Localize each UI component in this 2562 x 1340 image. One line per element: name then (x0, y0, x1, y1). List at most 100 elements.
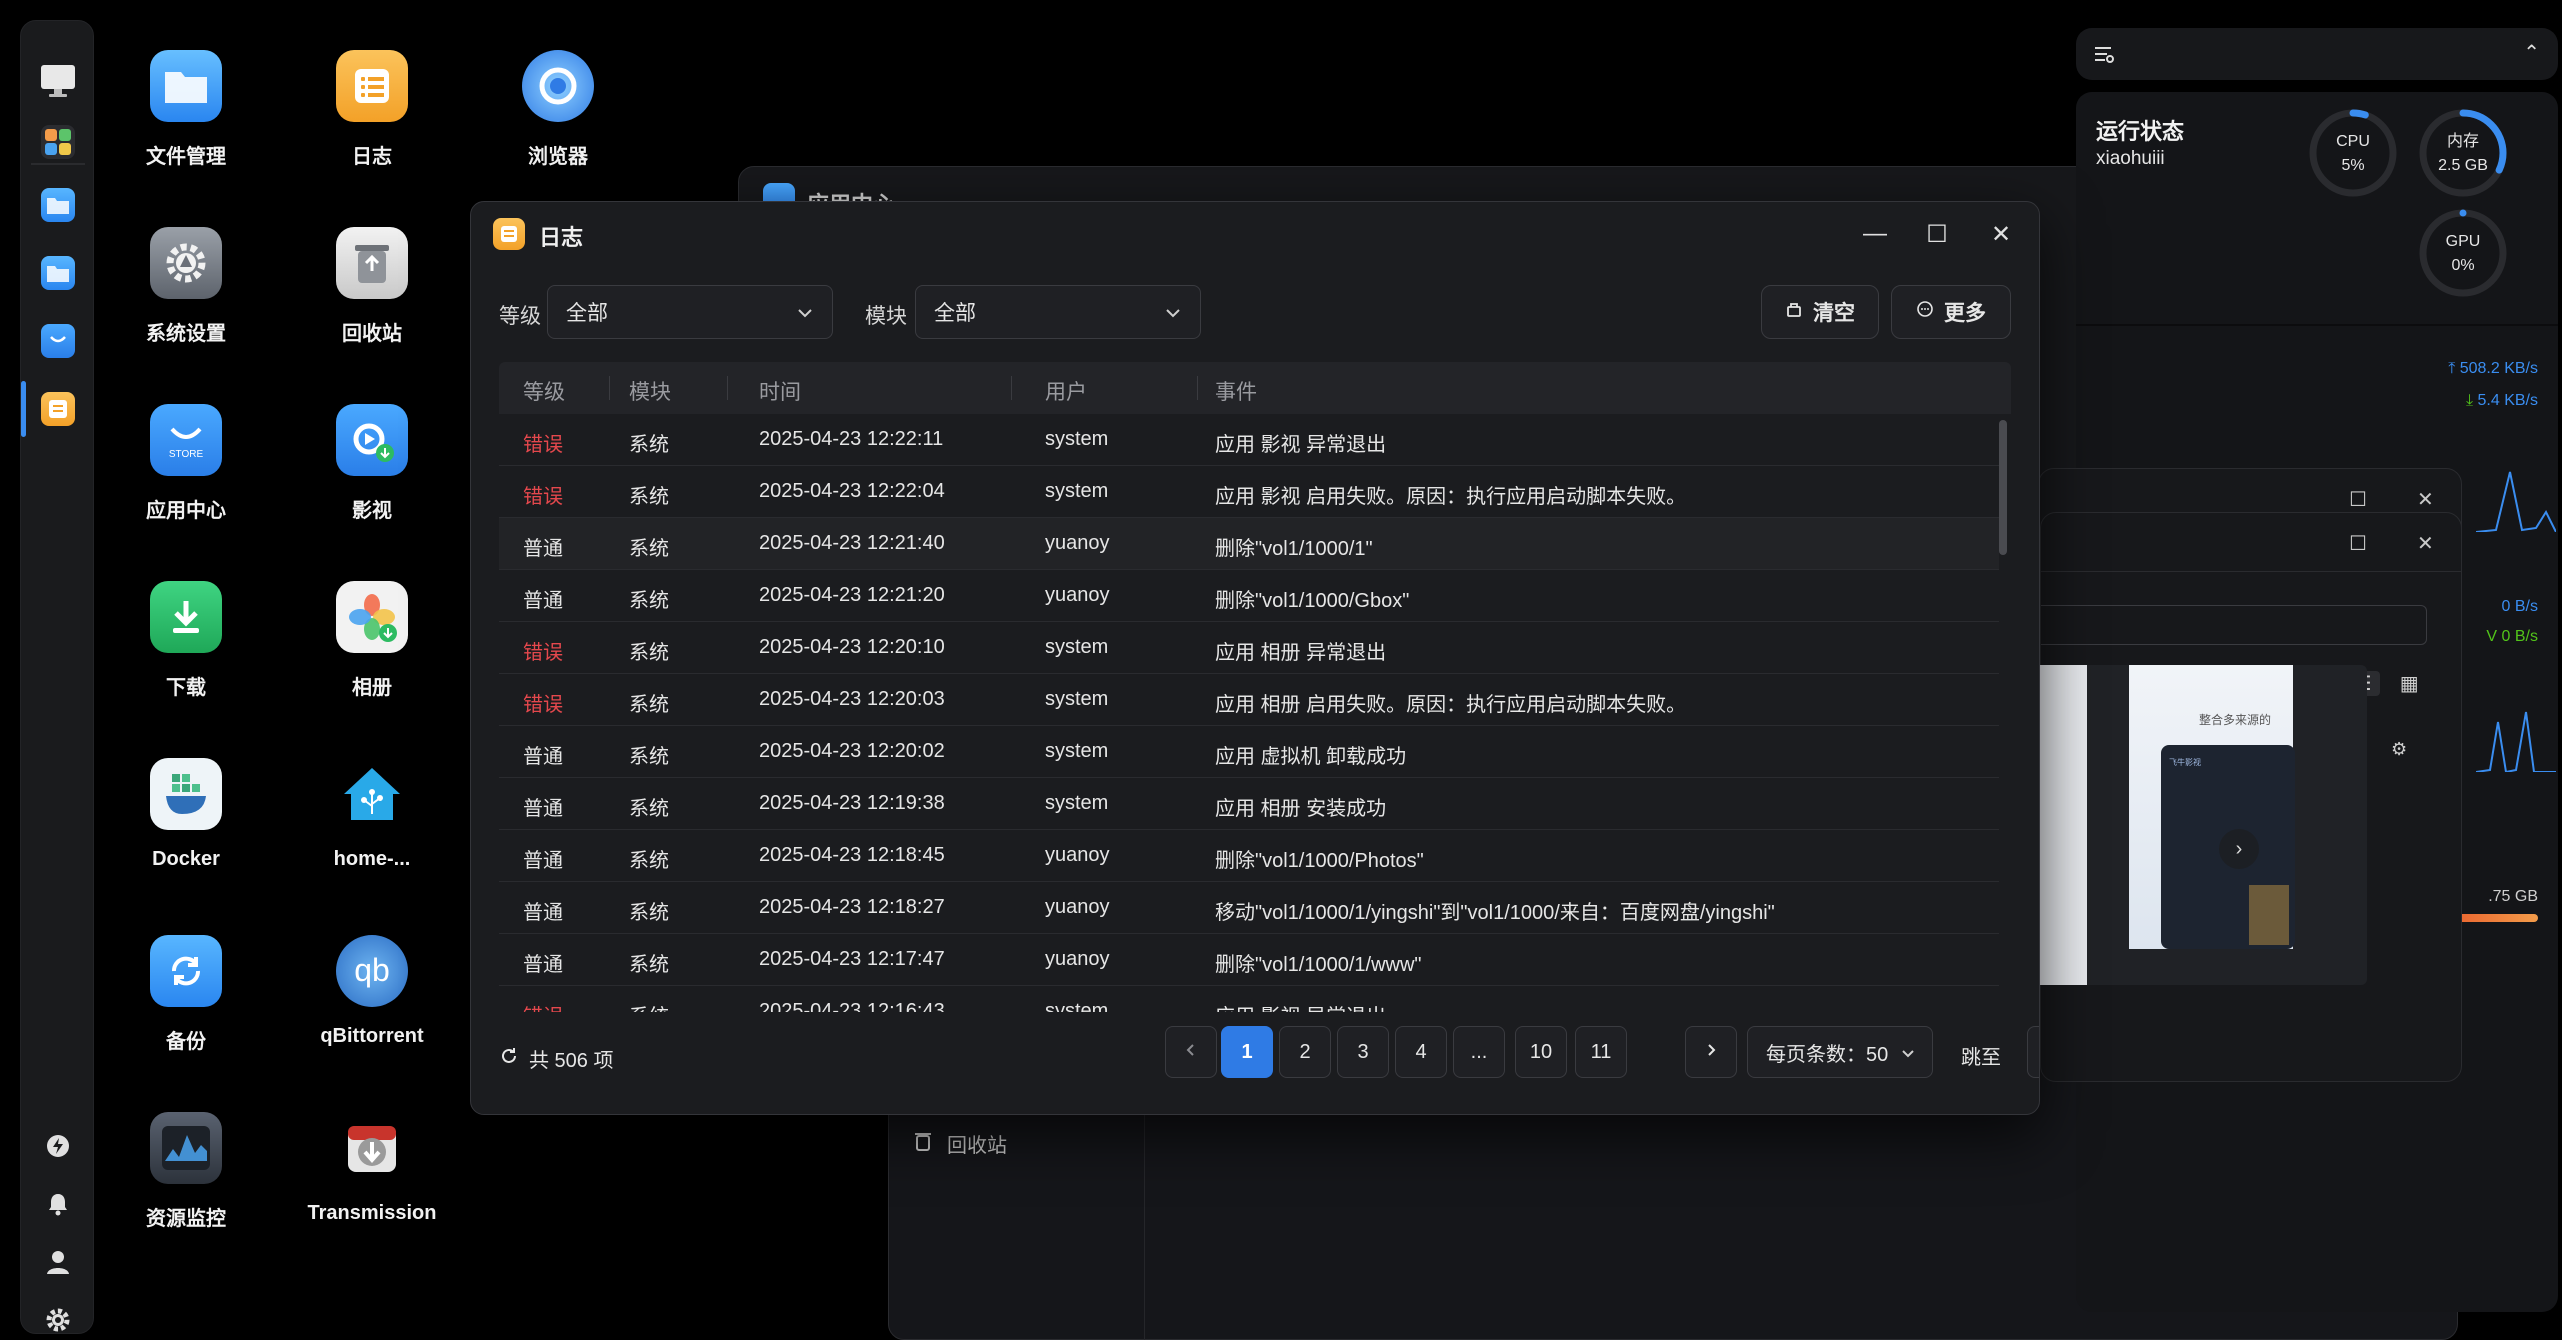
desktop-app-file-manager[interactable]: 文件管理 (106, 50, 266, 200)
page-button-11[interactable]: 11 (1575, 1026, 1627, 1078)
table-row[interactable]: 错误 系统 2025-04-23 12:22:04 system 应用 影视 启用失败。… (499, 466, 1999, 518)
more-button[interactable]: 更多 (1891, 285, 2011, 339)
dock-file-manager[interactable] (21, 177, 95, 233)
collapse-icon[interactable]: ⌃ (2523, 40, 2540, 65)
table-row[interactable]: 普通 系统 2025-04-23 12:20:02 system 应用 虚拟机 卸载成功 (499, 726, 1999, 778)
network-chart (2476, 471, 2556, 532)
jump-page-input[interactable] (2027, 1026, 2039, 1078)
window-controls: ☐ ✕ (2349, 531, 2434, 556)
clear-button[interactable]: 清空 (1761, 285, 1879, 339)
gpu-value: 0% (2451, 257, 2475, 274)
prev-page-button[interactable] (1165, 1026, 1217, 1078)
column-header-level[interactable]: 等级 (523, 376, 565, 406)
carousel-next-button[interactable]: › (2219, 829, 2259, 869)
desktop-app-qbittorrent[interactable]: qb qBittorrent (292, 935, 452, 1085)
dock-app-center[interactable] (21, 313, 95, 369)
close-button[interactable]: ✕ (1983, 216, 2019, 252)
maximize-icon[interactable]: ☐ (2349, 531, 2367, 556)
desktop-app-transmission[interactable]: Transmission (292, 1112, 452, 1262)
log-table: 等级 模块 时间 用户 事件 错误 系统 2025-04-23 12:22:11 sy… (499, 362, 2011, 1012)
page-button-1[interactable]: 1 (1221, 1026, 1273, 1078)
dock-desktop-button[interactable] (21, 55, 95, 111)
table-row[interactable]: 错误 系统 2025-04-23 12:20:03 system 应用 相册 启用失败。… (499, 674, 1999, 726)
page-ellipsis[interactable]: ... (1453, 1026, 1505, 1078)
column-header-event[interactable]: 事件 (1215, 376, 1257, 406)
column-divider (1011, 376, 1012, 400)
desktop-app-browser[interactable]: 浏览器 (478, 50, 638, 200)
store-icon (41, 324, 75, 358)
desktop-app-download[interactable]: 下载 (106, 581, 266, 731)
chevron-left-icon (1183, 1041, 1199, 1064)
log-module: 系统 (629, 642, 669, 664)
maximize-icon[interactable]: ☐ (2349, 487, 2367, 512)
log-user: yuanoy (1045, 896, 1110, 918)
search-input[interactable] (2041, 605, 2427, 645)
page-button-10[interactable]: 10 (1515, 1026, 1567, 1078)
log-module: 系统 (629, 798, 669, 820)
desktop-app-log[interactable]: 日志 (292, 50, 452, 200)
app-label: 系统设置 (146, 323, 226, 345)
log-time: 2025-04-23 12:18:27 (759, 896, 945, 918)
page-button-4[interactable]: 4 (1395, 1026, 1447, 1078)
table-row[interactable]: 普通 系统 2025-04-23 12:18:45 yuanoy 删除"vol1/100… (499, 830, 1999, 882)
total-count-label: 共 506 项 (529, 1050, 614, 1072)
table-scrollbar[interactable] (1999, 420, 2007, 555)
page-button-2[interactable]: 2 (1279, 1026, 1331, 1078)
close-icon[interactable]: ✕ (2417, 531, 2434, 556)
log-window-titlebar[interactable]: 日志 — ☐ ✕ (471, 202, 2039, 266)
page-size-select[interactable]: 每页条数：50 (1747, 1026, 1933, 1078)
desktop-app-video[interactable]: 影视 (292, 404, 452, 554)
total-count: 共 506 项 (499, 1044, 613, 1073)
app-label: Docker (152, 848, 220, 870)
log-event: 应用 影视 启用失败。原因：执行应用启动脚本失败。 (1215, 486, 1687, 508)
desktop-app-recycle-bin[interactable]: 回收站 (292, 227, 452, 377)
dock-file-manager-2[interactable] (21, 245, 95, 301)
column-header-user[interactable]: 用户 (1045, 376, 1087, 406)
disk-write: 0 B/s (2502, 598, 2538, 616)
desktop-app-resource-monitor[interactable]: 资源监控 (106, 1112, 266, 1262)
grid-view-icon[interactable]: ▦ (2400, 671, 2419, 696)
dock-settings-button[interactable] (21, 1294, 95, 1340)
close-icon[interactable]: ✕ (2417, 487, 2434, 512)
table-row[interactable]: 普通 系统 2025-04-23 12:17:47 yuanoy 删除"vol1/100… (499, 934, 1999, 986)
disk-read: V 0 B/s (2486, 628, 2538, 645)
table-row[interactable]: 错误 系统 2025-04-23 12:22:11 system 应用 影视 异常退出 (499, 414, 1999, 466)
dock-launcher-button[interactable] (21, 114, 95, 170)
desktop-app-docker[interactable]: Docker (106, 758, 266, 908)
table-row[interactable]: 普通 系统 2025-04-23 12:18:27 yuanoy 移动"vol1/100… (499, 882, 1999, 934)
more-icon (1916, 300, 1934, 324)
gpu-name: GPU (2445, 233, 2481, 250)
filter-settings-icon[interactable]: ⚙ (2391, 739, 2407, 760)
folder-icon (41, 256, 75, 290)
column-header-time[interactable]: 时间 (759, 376, 801, 406)
table-row[interactable]: 错误 系统 2025-04-23 12:16:43 system 应用 影视 异常退出 (499, 986, 1999, 1012)
app-grid-icon (41, 125, 75, 159)
table-row[interactable]: 错误 系统 2025-04-23 12:20:10 system 应用 相册 异常退出 (499, 622, 1999, 674)
page-button-3[interactable]: 3 (1337, 1026, 1389, 1078)
next-page-button[interactable] (1685, 1026, 1737, 1078)
level-select[interactable]: 全部 (547, 285, 833, 339)
maximize-button[interactable]: ☐ (1919, 216, 1955, 252)
desktop-app-backup[interactable]: 备份 (106, 935, 266, 1085)
banner-carousel: 整合多来源的 飞牛影视 › (2027, 665, 2367, 985)
table-row[interactable]: 普通 系统 2025-04-23 12:19:38 system 应用 相册 安装成功 (499, 778, 1999, 830)
module-select[interactable]: 全部 (915, 285, 1201, 339)
column-header-module[interactable]: 模块 (629, 376, 671, 406)
dock-log[interactable] (21, 381, 95, 437)
desktop-app-settings[interactable]: 系统设置 (106, 227, 266, 377)
dock-user-button[interactable] (21, 1236, 95, 1292)
desktop-app-home-assistant[interactable]: home-... (292, 758, 452, 908)
dock-notification-button[interactable] (21, 1178, 95, 1234)
widget-toolbar: ⌃ (2076, 28, 2558, 80)
table-row[interactable]: 普通 系统 2025-04-23 12:21:20 yuanoy 删除"vol1/100… (499, 570, 1999, 622)
desktop-app-photos[interactable]: 相册 (292, 581, 452, 731)
background-window-store: ☐ ✕ ⇅ ☰ ▦ ⚙ 整合多来源的 飞牛影视 › (2027, 512, 2462, 1082)
log-module: 系统 (629, 902, 669, 924)
sidebar-item-recycle-bin[interactable]: 回收站 (913, 1129, 1007, 1158)
widget-settings-icon[interactable] (2092, 42, 2116, 71)
refresh-icon[interactable] (499, 1046, 519, 1072)
desktop-app-app-center[interactable]: STORE 应用中心 (106, 404, 266, 554)
table-row[interactable]: 普通 系统 2025-04-23 12:21:40 yuanoy 删除"vol1/100… (499, 518, 1999, 570)
dock-task-button[interactable] (21, 1120, 95, 1176)
minimize-button[interactable]: — (1857, 216, 1893, 252)
